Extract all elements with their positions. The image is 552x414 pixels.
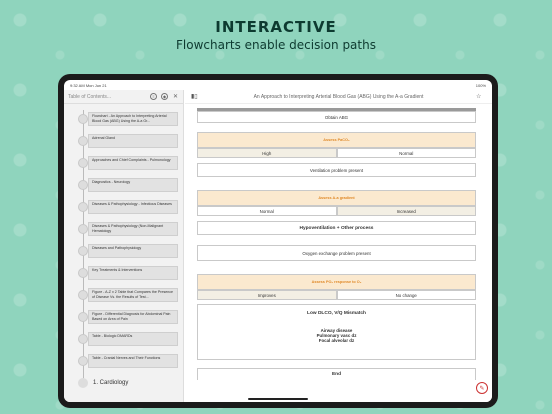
table-of-contents-sidebar: Table of Contents... ≡ ◆ ✕ Flowchart - A…	[64, 90, 184, 402]
node-end[interactable]: End	[197, 368, 476, 380]
node-low-dlco[interactable]: Low DLCO, V/Q Mismatch Airway disease Pu…	[197, 304, 476, 360]
filter-icon[interactable]: ≡	[150, 93, 157, 100]
toc-item[interactable]: Figure - Differential Diagnosis for Abdo…	[88, 310, 178, 324]
tree-node	[78, 224, 88, 234]
battery-indicator: 100%	[475, 82, 486, 88]
toc-item[interactable]: Diseases and Pathophysiology	[88, 244, 178, 258]
toc-search-placeholder[interactable]: Table of Contents...	[68, 94, 150, 100]
toc-item[interactable]: Adrenal Gland	[88, 134, 178, 148]
paco2-options: High Normal	[197, 148, 476, 158]
node-oxygen-exchange[interactable]: Oxygen exchange problem present	[197, 245, 476, 261]
toc-item[interactable]: Flowchart - An Approach to Interpreting …	[88, 112, 178, 126]
close-icon[interactable]: ✕	[172, 93, 179, 100]
toc-item[interactable]: Table - Cranial Nerves and Their Functio…	[88, 354, 178, 368]
node-assess-po2[interactable]: Assess PO₂ response to O₂	[197, 274, 476, 290]
app-screen: 9:32 AM Mon Jun 21 100% Table of Content…	[64, 80, 492, 402]
star-icon[interactable]: ☆	[476, 93, 486, 100]
option-normal[interactable]: Normal	[336, 148, 476, 158]
main-content: ▮▯ An Approach to Interpreting Arterial …	[185, 90, 492, 402]
node-assess-paco2[interactable]: Assess PaCO₂	[197, 132, 476, 148]
tree-node	[78, 136, 88, 146]
option-increased[interactable]: Increased	[336, 206, 476, 216]
tree-node	[78, 334, 88, 344]
toc-item[interactable]: Figure - A-Z x 2 Table that Compares the…	[88, 288, 178, 302]
focal-alveolar-text: Focal alveolar dz	[318, 338, 355, 343]
option-normal-aa[interactable]: Normal	[197, 206, 337, 216]
tree-node	[78, 180, 88, 190]
node-ventilation-problem[interactable]: Ventilation problem present	[197, 163, 476, 177]
node-assess-aa-gradient[interactable]: Assess A-a gradient	[197, 190, 476, 206]
sidebar-header: Table of Contents... ≡ ◆ ✕	[64, 90, 183, 104]
toc-item[interactable]: Key Treatments & Interventions	[88, 266, 178, 280]
section-dot	[78, 378, 88, 388]
tree-node	[78, 202, 88, 212]
node-obtain-abg[interactable]: Obtain ABG	[197, 111, 476, 123]
annotation-icon[interactable]: ✎	[476, 382, 488, 394]
tree-node	[78, 114, 88, 124]
toc-item[interactable]: Diseases & Pathophysiology - Infectious …	[88, 200, 178, 214]
aa-options: Normal Increased	[197, 206, 476, 216]
toc-section-cardiology[interactable]: 1. Cardiology	[78, 378, 128, 388]
promo-headline: INTERACTIVE	[215, 18, 337, 36]
home-indicator	[248, 398, 308, 400]
section-label: 1. Cardiology	[93, 380, 129, 386]
tree-node	[78, 246, 88, 256]
tree-node	[78, 158, 88, 168]
option-no-change[interactable]: No change	[336, 290, 476, 300]
option-improves[interactable]: Improves	[197, 290, 337, 300]
tree-node	[78, 312, 88, 322]
node-hypoventilation[interactable]: Hypoventilation + Other process	[197, 221, 476, 235]
toc-item[interactable]: Table - Biologic DMARDs	[88, 332, 178, 346]
toc-item[interactable]: Diagnostics - Neurology	[88, 178, 178, 192]
option-high[interactable]: High	[197, 148, 337, 158]
tablet-frame: 9:32 AM Mon Jun 21 100% Table of Content…	[58, 74, 498, 408]
status-bar: 9:32 AM Mon Jun 21 100%	[64, 80, 492, 90]
toc-item[interactable]: Approaches and Chief Complaints - Pulmon…	[88, 156, 178, 170]
low-dlco-title: Low DLCO, V/Q Mismatch	[307, 311, 366, 316]
tree-node	[78, 290, 88, 300]
status-time: 9:32 AM	[70, 82, 85, 88]
po2-options: Improves No change	[197, 290, 476, 300]
bookmark-icon[interactable]: ◆	[161, 93, 168, 100]
toc-item[interactable]: Diseases & Pathophysiology (Non-Malignan…	[88, 222, 178, 236]
sidebar-toggle-icon[interactable]: ▮▯	[191, 93, 201, 100]
toolbar: ▮▯ An Approach to Interpreting Arterial …	[185, 90, 492, 104]
tree-node	[78, 268, 88, 278]
tree-node	[78, 356, 88, 366]
promo-subline: Flowcharts enable decision paths	[176, 38, 376, 52]
document-title: An Approach to Interpreting Arterial Blo…	[253, 93, 424, 100]
status-date: Mon Jun 21	[85, 82, 107, 88]
